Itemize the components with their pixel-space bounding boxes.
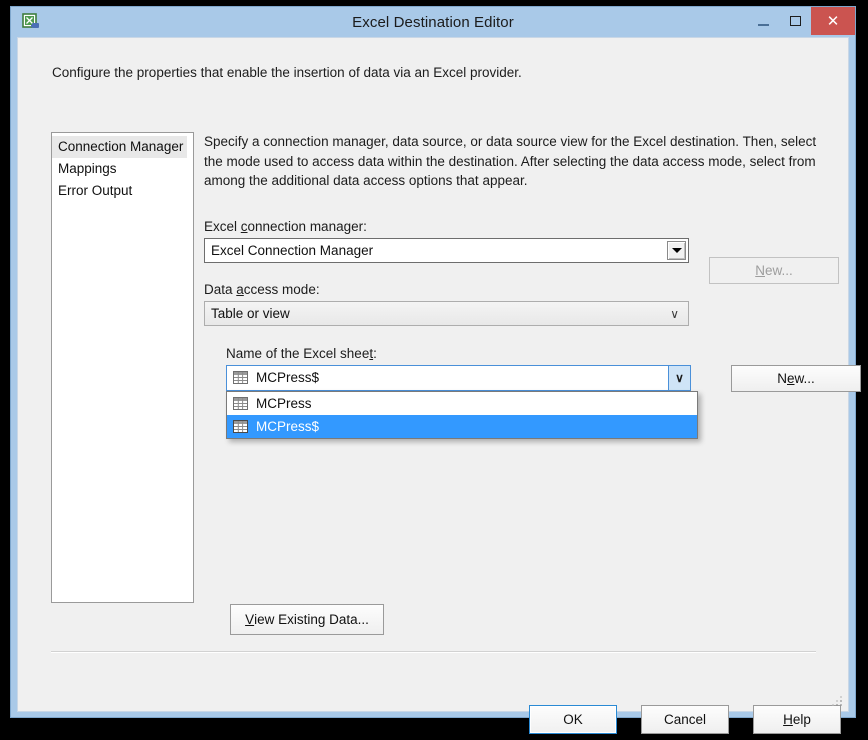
excel-sheet-combobox[interactable]: MCPress$ ∨: [226, 364, 691, 391]
ok-button[interactable]: OK: [529, 705, 617, 734]
footer-button-bar: OK Cancel Help: [529, 705, 841, 734]
connection-manager-group: Excel connection manager: Excel Connecti…: [204, 219, 839, 284]
sidebar-item-label: Connection Manager: [58, 139, 184, 154]
label-part: onnection manager:: [247, 218, 367, 234]
accel-char: H: [783, 712, 793, 727]
cancel-button[interactable]: Cancel: [641, 705, 729, 734]
view-existing-data-button[interactable]: View Existing Data...: [230, 604, 384, 635]
minimize-button[interactable]: [747, 7, 779, 35]
btn-part: w...: [794, 370, 815, 386]
btn-part: elp: [792, 712, 811, 727]
accel-char: c: [240, 218, 248, 234]
accel-char: e: [786, 370, 795, 386]
page-list[interactable]: Connection Manager Mappings Error Output: [51, 132, 194, 603]
btn-part: Cancel: [663, 712, 707, 727]
label-part: Name of the Excel shee: [226, 345, 370, 361]
label-part: Data: [204, 281, 237, 297]
chevron-down-icon[interactable]: [667, 240, 686, 260]
sidebar-item-error-output[interactable]: Error Output: [52, 180, 193, 202]
data-access-mode-group: Data access mode: Table or view ∨: [204, 282, 824, 326]
btn-part: OK: [563, 712, 583, 727]
table-grid-icon: [233, 396, 248, 410]
resize-grip[interactable]: [832, 696, 844, 708]
excel-sheet-group: Name of the Excel sheet: MCPress$ ∨ MCPr…: [226, 346, 866, 439]
sidebar-item-mappings[interactable]: Mappings: [52, 158, 193, 180]
title-bar[interactable]: Excel Destination Editor ✕: [11, 7, 855, 37]
excel-sheet-value: MCPress$: [256, 370, 320, 385]
accel-char: V: [245, 612, 255, 627]
maximize-button[interactable]: [779, 7, 811, 35]
data-access-mode-value: Table or view: [211, 305, 290, 321]
close-button[interactable]: ✕: [811, 7, 855, 35]
dialog-window: Excel Destination Editor ✕ Configure the…: [10, 6, 861, 734]
connection-manager-value: Excel Connection Manager: [211, 242, 374, 258]
label-part: :: [373, 345, 377, 361]
connection-manager-label: Excel connection manager:: [204, 219, 824, 234]
connection-manager-combobox[interactable]: Excel Connection Manager: [204, 237, 689, 263]
new-connection-manager-button[interactable]: New...: [709, 256, 839, 284]
footer-separator: [51, 651, 816, 653]
sidebar-item-label: Mappings: [58, 161, 117, 176]
btn-part: iew Existing Data...: [254, 612, 369, 627]
label-part: Excel: [204, 218, 241, 234]
chevron-down-icon: ∨: [670, 306, 679, 321]
window-title: Excel Destination Editor: [352, 13, 514, 31]
chevron-down-icon[interactable]: ∨: [668, 365, 690, 390]
excel-sheet-label: Name of the Excel sheet:: [226, 346, 866, 361]
excel-sheet-combo-wrap: MCPress$ ∨ MCPress MCPress$ N e w...: [226, 364, 866, 439]
table-grid-icon: [233, 419, 248, 433]
table-grid-icon: [233, 371, 248, 384]
content-pane: Specify a connection manager, data sourc…: [204, 132, 861, 439]
dialog-surface: Configure the properties that enable the…: [17, 37, 861, 734]
window-controls: ✕: [747, 7, 855, 37]
btn-part: N: [777, 370, 787, 386]
dropdown-option-mcpress[interactable]: MCPress: [227, 392, 697, 415]
help-button[interactable]: Help: [753, 705, 841, 734]
btn-part: ew...: [764, 262, 793, 278]
excel-sheet-dropdown-list[interactable]: MCPress MCPress$: [226, 390, 698, 439]
dropdown-option-mcpress-sheet[interactable]: MCPress$: [227, 414, 697, 438]
label-part: ccess mode:: [243, 281, 320, 297]
dialog-description: Configure the properties that enable the…: [52, 65, 522, 80]
accel-char: N: [755, 262, 765, 278]
data-access-mode-combobox[interactable]: Table or view ∨: [204, 300, 689, 326]
accel-char: a: [236, 281, 244, 297]
dropdown-option-label: MCPress: [256, 395, 312, 411]
data-access-mode-label: Data access mode:: [204, 282, 824, 297]
sidebar-item-label: Error Output: [58, 183, 133, 198]
sidebar-item-connection-manager[interactable]: Connection Manager: [52, 136, 188, 158]
new-excel-sheet-button[interactable]: Ne w...: [731, 364, 861, 392]
page-description: Specify a connection manager, data sourc…: [204, 134, 817, 188]
dropdown-option-label: MCPress$: [256, 418, 320, 434]
excel-destination-icon: [22, 13, 40, 31]
